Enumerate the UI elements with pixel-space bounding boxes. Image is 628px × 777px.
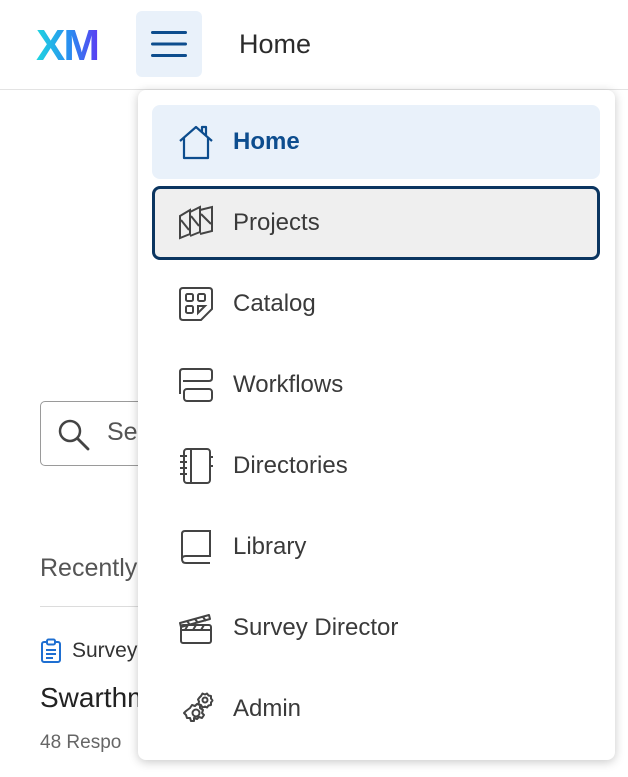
menu-item-label: Survey Director — [233, 614, 399, 641]
menu-item-workflows[interactable]: Workflows — [152, 348, 600, 422]
library-icon — [176, 527, 216, 567]
top-header: XM Home — [0, 0, 628, 90]
menu-item-directories[interactable]: Directories — [152, 429, 600, 503]
search-icon — [58, 419, 90, 451]
menu-item-label: Library — [233, 533, 307, 560]
menu-item-catalog[interactable]: Catalog — [152, 267, 600, 341]
menu-item-library[interactable]: Library — [152, 510, 600, 584]
xm-logo[interactable]: XM — [36, 22, 108, 66]
svg-text:XM: XM — [36, 22, 98, 66]
survey-director-icon — [176, 608, 216, 648]
project-name-link[interactable]: Swarthm — [40, 682, 150, 714]
hamburger-menu-button[interactable] — [136, 11, 202, 77]
directories-icon — [176, 446, 216, 486]
home-icon — [176, 122, 216, 162]
item-type-label: Survey — [72, 639, 138, 662]
recently-heading: Recently — [40, 554, 138, 582]
menu-item-label: Home — [233, 128, 300, 155]
menu-item-label: Projects — [233, 209, 320, 236]
workflows-icon — [176, 365, 216, 405]
clipboard-icon — [41, 638, 61, 663]
response-count: 48 Respo — [40, 732, 122, 753]
search-placeholder: Se — [107, 418, 138, 446]
menu-item-label: Directories — [233, 452, 348, 479]
menu-item-label: Catalog — [233, 290, 316, 317]
nav-dropdown-menu: Home Projects Catalog Workflows Director… — [138, 90, 615, 760]
menu-item-home[interactable]: Home — [152, 105, 600, 179]
projects-icon — [176, 203, 216, 243]
menu-item-survey-director[interactable]: Survey Director — [152, 591, 600, 665]
menu-item-label: Workflows — [233, 371, 344, 398]
admin-icon — [176, 689, 216, 729]
catalog-icon — [176, 284, 216, 324]
menu-item-admin[interactable]: Admin — [152, 672, 600, 746]
menu-item-projects[interactable]: Projects — [152, 186, 600, 260]
page-title: Home — [239, 29, 312, 59]
item-type: Survey — [40, 638, 137, 664]
hamburger-icon — [151, 31, 187, 57]
menu-item-label: Admin — [233, 695, 302, 722]
